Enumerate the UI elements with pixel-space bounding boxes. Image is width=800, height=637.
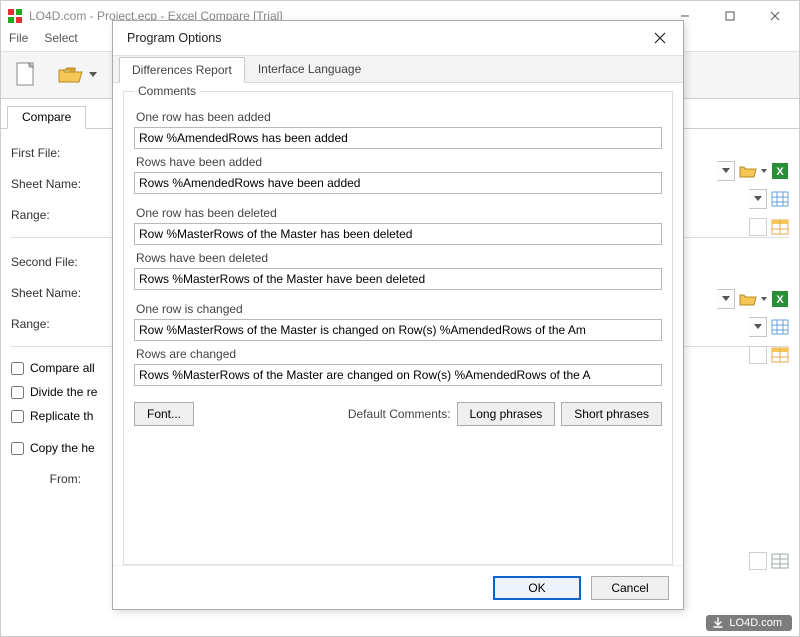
watermark-text: LO4D.com (729, 617, 782, 629)
long-phrases-button[interactable]: Long phrases (457, 402, 556, 426)
one-row-changed-input[interactable] (134, 319, 662, 341)
table-select-icon[interactable] (771, 347, 789, 363)
range-box[interactable] (749, 346, 767, 364)
one-row-added-input[interactable] (134, 127, 662, 149)
excel-icon[interactable]: X (771, 290, 789, 308)
program-options-dialog: Program Options Differences Report Inter… (112, 20, 684, 610)
font-button[interactable]: Font... (134, 402, 194, 426)
sheet-name-label-2: Sheet Name: (11, 286, 111, 300)
copy-header-checkbox[interactable] (11, 442, 24, 455)
range-box[interactable] (749, 552, 767, 570)
tab-compare[interactable]: Compare (7, 106, 86, 129)
open-folder-button[interactable] (51, 57, 103, 93)
cancel-button[interactable]: Cancel (591, 576, 669, 600)
second-file-label: Second File: (11, 255, 111, 269)
replicate-checkbox[interactable] (11, 410, 24, 423)
rows-added-label: Rows have been added (136, 155, 662, 169)
tab-differences-report[interactable]: Differences Report (119, 57, 245, 83)
range-label-1: Range: (11, 208, 111, 222)
one-row-deleted-input[interactable] (134, 223, 662, 245)
rows-deleted-label: Rows have been deleted (136, 251, 662, 265)
replicate-label: Replicate th (30, 409, 93, 423)
divide-checkbox[interactable] (11, 386, 24, 399)
table-icon[interactable] (771, 553, 789, 569)
one-row-changed-label: One row is changed (136, 302, 662, 316)
copy-header-label: Copy the he (30, 441, 95, 455)
rows-changed-label: Rows are changed (136, 347, 662, 361)
download-icon (712, 617, 724, 629)
compare-all-label: Compare all (30, 361, 95, 375)
table-icon[interactable] (771, 319, 789, 335)
menu-file[interactable]: File (7, 31, 30, 51)
rows-added-input[interactable] (134, 172, 662, 194)
first-file-label: First File: (11, 146, 111, 160)
dialog-tabs: Differences Report Interface Language (113, 55, 683, 83)
dialog-titlebar: Program Options (113, 21, 683, 55)
close-button[interactable] (752, 2, 797, 30)
comments-legend: Comments (134, 84, 200, 98)
combo-dropdown-icon[interactable] (717, 289, 735, 309)
svg-text:X: X (776, 294, 784, 306)
first-file-icons: X (717, 159, 789, 239)
dropdown-icon[interactable] (761, 297, 767, 302)
table-icon[interactable] (771, 191, 789, 207)
dropdown-icon[interactable] (761, 169, 767, 174)
svg-text:X: X (776, 166, 784, 178)
one-row-deleted-label: One row has been deleted (136, 206, 662, 220)
combo-dropdown-icon[interactable] (717, 161, 735, 181)
default-comments-label: Default Comments: (348, 407, 451, 421)
bottom-icons (749, 549, 789, 573)
excel-icon[interactable]: X (771, 162, 789, 180)
range-box[interactable] (749, 218, 767, 236)
range-label-2: Range: (11, 317, 111, 331)
dialog-footer: OK Cancel (113, 565, 683, 609)
from-label: From: (11, 472, 81, 486)
menu-select[interactable]: Select (42, 31, 79, 51)
tab-interface-language[interactable]: Interface Language (245, 56, 374, 82)
sheet-name-label-1: Sheet Name: (11, 177, 111, 191)
app-icon (7, 8, 23, 24)
rows-deleted-input[interactable] (134, 268, 662, 290)
dialog-title: Program Options (127, 31, 647, 45)
ok-button[interactable]: OK (493, 576, 581, 600)
comments-group: Comments One row has been added Rows hav… (123, 91, 673, 565)
second-file-icons: X (717, 287, 789, 367)
combo-dropdown-icon[interactable] (749, 317, 767, 337)
dialog-close-button[interactable] (647, 25, 673, 51)
one-row-added-label: One row has been added (136, 110, 662, 124)
divide-label: Divide the re (30, 385, 97, 399)
combo-dropdown-icon[interactable] (749, 189, 767, 209)
watermark: LO4D.com (706, 615, 792, 631)
short-phrases-button[interactable]: Short phrases (561, 402, 662, 426)
table-select-icon[interactable] (771, 219, 789, 235)
compare-all-checkbox[interactable] (11, 362, 24, 375)
comments-button-row: Font... Default Comments: Long phrases S… (134, 402, 662, 426)
rows-changed-input[interactable] (134, 364, 662, 386)
folder-open-icon[interactable] (739, 163, 757, 179)
folder-open-icon[interactable] (739, 291, 757, 307)
maximize-button[interactable] (707, 2, 752, 30)
new-document-button[interactable] (7, 57, 47, 93)
